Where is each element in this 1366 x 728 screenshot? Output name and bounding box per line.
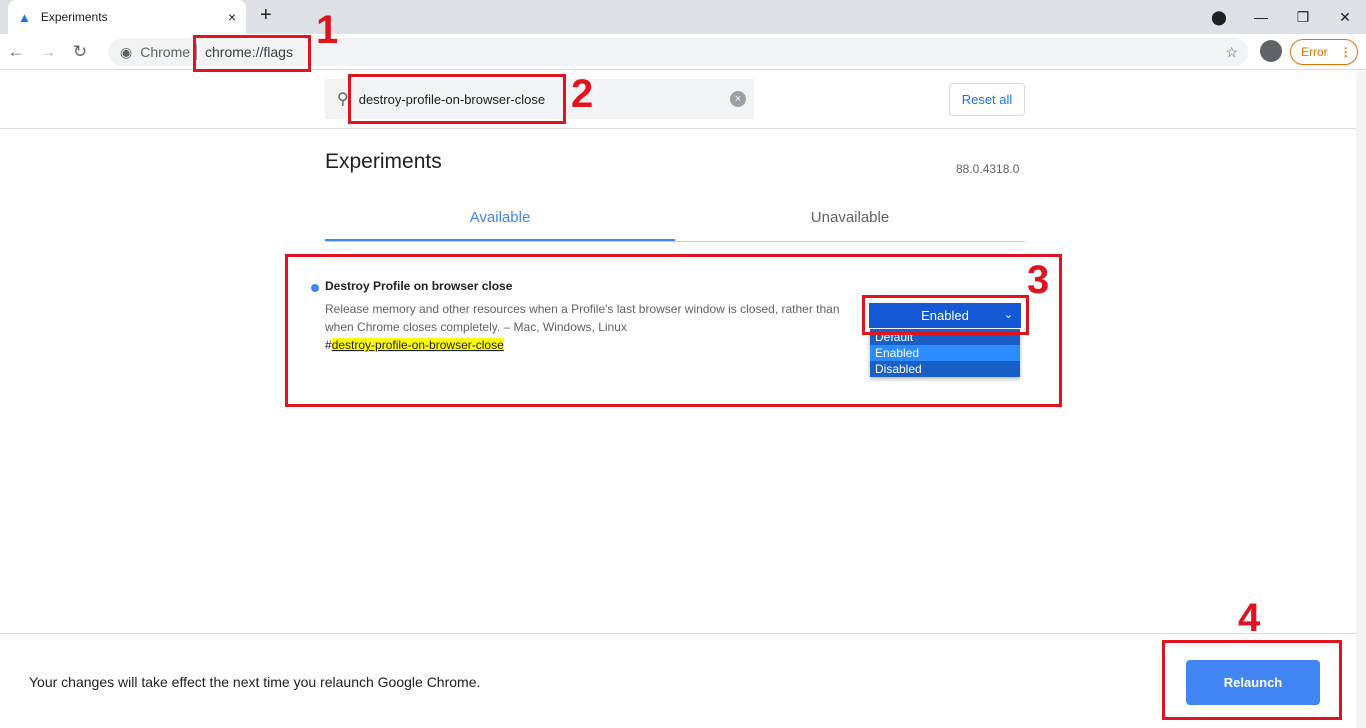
error-label: Error <box>1301 45 1328 59</box>
relaunch-message: Your changes will take effect the next t… <box>29 674 481 690</box>
annotation-number-4: 4 <box>1238 596 1261 640</box>
chrome-icon: ◉ <box>120 43 133 60</box>
tab-strip: ▲ Experiments × + ⬤ — ❐ ✕ <box>0 0 1366 34</box>
tabs: Available Unavailable <box>325 200 1025 242</box>
annotation-box-1 <box>193 35 311 72</box>
tab-title: Experiments <box>40 10 108 24</box>
close-tab-button[interactable]: × <box>228 9 236 25</box>
tab-unavailable[interactable]: Unavailable <box>675 200 1025 241</box>
clear-search-icon[interactable]: × <box>730 91 746 107</box>
restore-button[interactable]: ❐ <box>1282 9 1324 26</box>
close-window-button[interactable]: ✕ <box>1324 9 1366 26</box>
tab-available[interactable]: Available <box>325 200 675 241</box>
scrollbar[interactable] <box>1356 71 1366 728</box>
flask-icon: ▲ <box>18 9 31 25</box>
flags-header: ⚲ destroy-profile-on-browser-close × Res… <box>0 71 1356 129</box>
page-title: Experiments <box>325 150 442 173</box>
menu-dots-icon: ⋮ <box>1339 45 1352 59</box>
relaunch-footer: Your changes will take effect the next t… <box>0 633 1356 728</box>
annotation-box-2 <box>348 74 566 124</box>
site-label: Chrome <box>140 44 198 60</box>
annotation-box-4 <box>1162 640 1342 720</box>
minimize-button[interactable]: — <box>1240 9 1282 25</box>
annotation-number-2: 2 <box>571 72 594 116</box>
tab-experiments[interactable]: ▲ Experiments × <box>8 0 246 34</box>
forward-button[interactable]: → <box>32 42 64 62</box>
new-tab-button[interactable]: + <box>260 4 272 27</box>
reload-button[interactable]: ↻ <box>64 42 96 62</box>
version: 88.0.4318.0 <box>956 162 1020 176</box>
annotation-number-3: 3 <box>1027 258 1050 302</box>
profile-avatar[interactable] <box>1260 40 1282 62</box>
annotation-box-3-select <box>862 295 1029 335</box>
search-icon: ⚲ <box>337 91 349 108</box>
bookmark-star-icon[interactable]: ☆ <box>1225 44 1238 61</box>
tab-search-icon[interactable]: ⬤ <box>1198 9 1240 26</box>
annotation-number-1: 1 <box>316 8 339 52</box>
error-button[interactable]: Error ⋮ <box>1290 39 1358 65</box>
back-button[interactable]: ← <box>0 42 32 62</box>
reset-all-button[interactable]: Reset all <box>949 83 1025 116</box>
